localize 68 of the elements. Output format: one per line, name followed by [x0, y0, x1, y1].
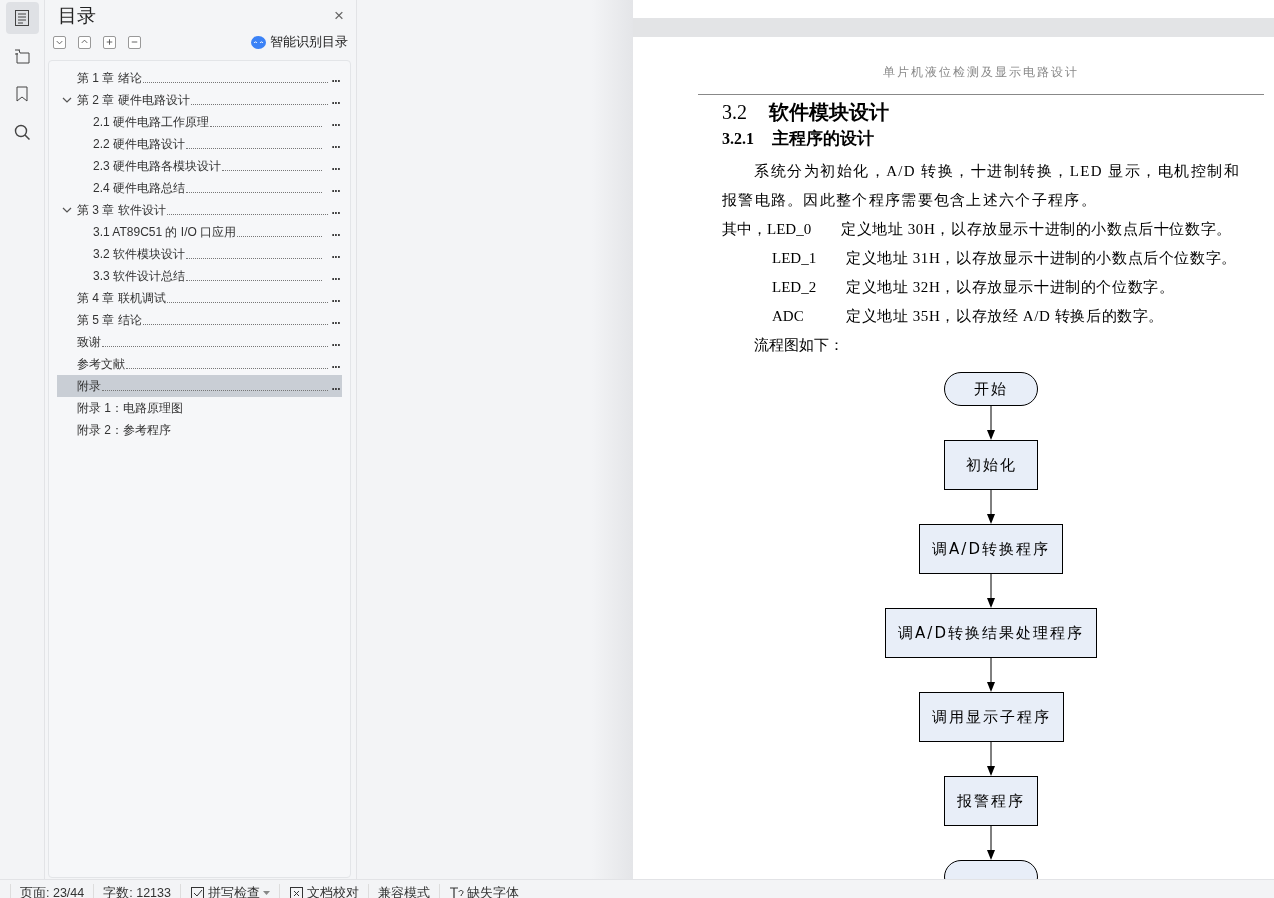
toc-item[interactable]: 附录 1：电路原理图	[57, 397, 342, 419]
status-text: 字数: 12133	[103, 884, 171, 898]
toc-item[interactable]: 附录 2：参考程序	[57, 419, 342, 441]
toc-item[interactable]: 第 5 章 结论 ...	[57, 309, 342, 331]
variable-description: 定义地址 35H，以存放经 A/D 转换后的数字。	[846, 307, 1164, 326]
toc-item[interactable]: 2.2 硬件电路设计 ...	[57, 133, 342, 155]
search-icon	[13, 123, 31, 141]
toc-item[interactable]: 3.2 软件模块设计 ...	[57, 243, 342, 265]
toc-item[interactable]: 第 4 章 联机调试 ...	[57, 287, 342, 309]
smart-toc-button[interactable]: 智能识别目录	[251, 33, 348, 51]
toc-item[interactable]: 第 3 章 软件设计 ...	[57, 199, 342, 221]
variable-name: 其中，LED_0	[722, 220, 813, 239]
heading-number: 3.2	[722, 101, 747, 124]
toc-item[interactable]: 3.1 AT89C51 的 I/O 口应用 ...	[57, 221, 342, 243]
status-button[interactable]: 拼写检查	[179, 884, 279, 898]
variable-description: 定义地址 31H，以存放显示十进制的小数点后个位数字。	[846, 249, 1237, 268]
process-node: 调A/D转换程序	[919, 524, 1063, 574]
body-text: 流程图如下：	[753, 336, 845, 355]
process-node: 调用显示子程序	[918, 692, 1064, 742]
toc-item[interactable]: 2.4 硬件电路总结 ...	[57, 177, 342, 199]
variable-name: LED_1	[772, 249, 818, 268]
status-button[interactable]: 文档校对	[278, 884, 368, 898]
toc-item[interactable]: 3.3 软件设计总结 ...	[57, 265, 342, 287]
flow-arrow	[986, 826, 996, 860]
flow-arrow	[986, 742, 996, 776]
variable-name: ADC	[772, 307, 805, 326]
toc-tab[interactable]	[5, 2, 39, 34]
collapse-all-button[interactable]	[53, 35, 66, 49]
flow-arrow	[986, 574, 996, 608]
add-icon	[104, 36, 115, 48]
subheading-number: 3.2.1	[722, 130, 754, 148]
flow-arrow	[986, 658, 996, 692]
panel-title: 目录	[58, 4, 96, 28]
toc-icon	[13, 9, 31, 27]
subheading-title: 主程序的设计	[772, 128, 874, 150]
toc-item[interactable]: 2.1 硬件电路工作原理 ...	[57, 111, 342, 133]
status-text: 兼容模式	[377, 884, 430, 898]
smart-icon	[251, 35, 266, 49]
variable-name: LED_2	[772, 278, 818, 297]
variable-description: 定义地址 30H，以存放显示十进制的小数点后十位数字。	[841, 220, 1232, 239]
toc-item[interactable]: 2.3 硬件电路各模块设计 ...	[57, 155, 342, 177]
remove-button[interactable]	[128, 35, 141, 49]
flow-arrow	[986, 490, 996, 524]
toc-item[interactable]: 第 1 章 绪论 ...	[57, 67, 342, 89]
x-box-icon	[288, 885, 304, 898]
heading-title: 软件模块设计	[769, 100, 889, 125]
status-button[interactable]: 缺失字体	[438, 884, 528, 898]
outline-icon	[13, 47, 31, 65]
font-missing-icon	[448, 885, 464, 898]
process-node: 报警程序	[944, 776, 1038, 826]
terminal-node: 开始	[944, 372, 1038, 406]
process-node: 初始化	[944, 440, 1038, 490]
body-paragraph: 系统分为初始化，A/D 转换，十进制转换，LED 显示，电机控制和报警电路。因此整个程序需要包含上述六个子程序。	[722, 162, 1240, 210]
expand-up-button[interactable]	[78, 35, 91, 49]
dropdown-caret-icon	[262, 890, 270, 896]
toc-item[interactable]: 致谢 ...	[57, 331, 342, 353]
flow-arrow	[986, 406, 996, 440]
add-button[interactable]	[103, 35, 116, 49]
toc-item[interactable]: 附录 ...	[57, 375, 342, 397]
variable-description: 定义地址 32H，以存放显示十进制的个位数字。	[846, 278, 1175, 297]
bookmark-icon	[13, 85, 31, 103]
process-node: 调A/D转换结果处理程序	[885, 608, 1097, 658]
status-text: 页面: 23/44	[20, 884, 85, 898]
toc-item[interactable]: 第 2 章 硬件电路设计 ...	[57, 89, 342, 111]
page-header-text: 单片机液位检测及显示电路设计	[883, 65, 1079, 79]
close-button[interactable]: ×	[330, 6, 348, 26]
toc-item[interactable]: 参考文献 ...	[57, 353, 342, 375]
checkbox-icon	[189, 885, 205, 898]
